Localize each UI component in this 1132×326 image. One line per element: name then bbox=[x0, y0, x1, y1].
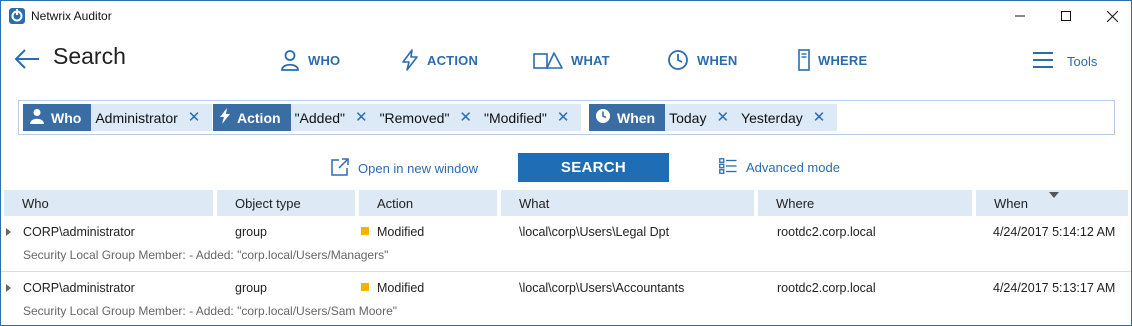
cell-where: rootdc2.corp.local bbox=[777, 281, 876, 295]
search-button[interactable]: SEARCH bbox=[518, 153, 669, 182]
filter-chip-when-head[interactable]: When bbox=[589, 104, 666, 131]
advanced-mode-label: Advanced mode bbox=[746, 160, 840, 175]
lightning-icon bbox=[401, 49, 419, 71]
external-window-icon bbox=[331, 158, 350, 179]
netwrix-logo-icon bbox=[9, 8, 25, 24]
modified-status-icon bbox=[361, 283, 369, 291]
cell-object-type: group bbox=[235, 281, 267, 295]
tab-where[interactable]: WHERE bbox=[798, 45, 867, 75]
filter-when-value-yesterday[interactable]: Yesterday bbox=[737, 110, 803, 126]
filter-action-value-modified[interactable]: "Modified" bbox=[480, 110, 547, 126]
row-divider bbox=[1, 271, 1131, 272]
minimize-button[interactable] bbox=[997, 1, 1043, 31]
expand-row-icon[interactable] bbox=[6, 284, 11, 292]
table-row[interactable]: CORP\administrator group Modified \local… bbox=[1, 273, 1131, 326]
column-header-what[interactable]: What bbox=[501, 190, 754, 216]
table-row[interactable]: CORP\administrator group Modified \local… bbox=[1, 217, 1131, 273]
search-filter-bar[interactable]: Who Administrator ✕ Action "Added" ✕ "Re… bbox=[18, 100, 1115, 135]
expand-row-icon[interactable] bbox=[6, 228, 11, 236]
tab-who-label: WHO bbox=[308, 52, 341, 68]
tab-who[interactable]: WHO bbox=[280, 45, 340, 75]
advanced-mode-link[interactable]: Advanced mode bbox=[719, 158, 840, 177]
maximize-button[interactable] bbox=[1043, 1, 1089, 31]
objects-icon bbox=[533, 50, 563, 70]
cell-action-text: Modified bbox=[377, 225, 425, 239]
remove-filter-icon[interactable]: ✕ bbox=[178, 110, 209, 125]
person-icon bbox=[280, 49, 300, 71]
tab-where-label: WHERE bbox=[818, 52, 868, 68]
remove-filter-icon[interactable]: ✕ bbox=[547, 110, 578, 125]
clock-icon bbox=[667, 49, 689, 71]
remove-filter-icon[interactable]: ✕ bbox=[706, 110, 737, 125]
modified-status-icon bbox=[361, 227, 369, 235]
remove-filter-icon[interactable]: ✕ bbox=[345, 110, 376, 125]
page-title: Search bbox=[53, 43, 126, 69]
row-details: Security Local Group Member: - Added: "c… bbox=[23, 304, 398, 318]
filter-action-value-added[interactable]: "Added" bbox=[291, 110, 345, 126]
title-bar: Netwrix Auditor bbox=[1, 1, 1131, 31]
filter-chip-action-head[interactable]: Action bbox=[213, 104, 291, 131]
filter-who-value-administrator[interactable]: Administrator bbox=[91, 110, 177, 126]
close-button[interactable] bbox=[1089, 1, 1132, 31]
cell-object-type: group bbox=[235, 225, 267, 239]
server-icon bbox=[798, 49, 810, 71]
cell-action: Modified bbox=[361, 225, 424, 239]
filter-chip-action: Action "Added" ✕ "Removed" ✕ "Modified" … bbox=[213, 104, 582, 131]
window-title: Netwrix Auditor bbox=[31, 9, 112, 23]
tools-button[interactable]: Tools bbox=[1033, 51, 1097, 72]
filter-when-value-today[interactable]: Today bbox=[665, 110, 706, 126]
filter-chip-who: Who Administrator ✕ bbox=[23, 104, 213, 131]
cell-action-text: Modified bbox=[377, 281, 425, 295]
filter-chip-when: When Today ✕ Yesterday ✕ bbox=[589, 104, 838, 131]
lightning-solid-icon bbox=[219, 108, 231, 127]
cell-when: 4/24/2017 5:14:12 AM bbox=[993, 225, 1116, 239]
cell-what: \local\corp\Users\Accountants bbox=[519, 281, 685, 295]
app-window: Netwrix Auditor Search WHO ACTION WHAT W… bbox=[0, 0, 1132, 326]
filter-action-label: Action bbox=[237, 109, 281, 126]
open-in-new-window-label: Open in new window bbox=[358, 161, 478, 176]
cell-who: CORP\administrator bbox=[23, 225, 135, 239]
cell-where: rootdc2.corp.local bbox=[777, 225, 876, 239]
column-header-object-type[interactable]: Object type bbox=[217, 190, 355, 216]
tab-action[interactable]: ACTION bbox=[401, 45, 478, 75]
remove-filter-icon[interactable]: ✕ bbox=[803, 110, 834, 125]
filter-who-label: Who bbox=[51, 109, 82, 126]
cell-when: 4/24/2017 5:13:17 AM bbox=[993, 281, 1116, 295]
open-in-new-window-link[interactable]: Open in new window bbox=[331, 158, 478, 179]
person-solid-icon bbox=[29, 108, 45, 127]
cell-who: CORP\administrator bbox=[23, 281, 135, 295]
hamburger-menu-icon bbox=[1033, 51, 1053, 72]
sort-descending-icon bbox=[1049, 192, 1059, 198]
results-table-header: Who Object type Action What Where When bbox=[1, 190, 1131, 216]
row-details: Security Local Group Member: - Added: "c… bbox=[23, 248, 389, 262]
clock-solid-icon bbox=[595, 108, 611, 127]
tab-when-label: WHEN bbox=[697, 52, 738, 68]
cell-action: Modified bbox=[361, 281, 424, 295]
tab-what[interactable]: WHAT bbox=[533, 45, 610, 75]
cell-what: \local\corp\Users\Legal Dpt bbox=[519, 225, 670, 239]
tab-what-label: WHAT bbox=[571, 52, 610, 68]
filter-when-label: When bbox=[617, 109, 656, 126]
filter-chip-who-head[interactable]: Who bbox=[23, 104, 92, 131]
column-header-action[interactable]: Action bbox=[359, 190, 497, 216]
arrow-left-icon bbox=[13, 49, 41, 77]
tab-action-label: ACTION bbox=[427, 52, 479, 68]
back-button[interactable] bbox=[13, 45, 41, 73]
tools-label: Tools bbox=[1067, 54, 1098, 69]
filter-action-value-removed[interactable]: "Removed" bbox=[376, 110, 450, 126]
tab-when[interactable]: WHEN bbox=[667, 45, 738, 75]
list-grid-icon bbox=[719, 158, 737, 177]
column-header-where[interactable]: Where bbox=[758, 190, 972, 216]
remove-filter-icon[interactable]: ✕ bbox=[449, 110, 480, 125]
column-header-who[interactable]: Who bbox=[4, 190, 213, 216]
